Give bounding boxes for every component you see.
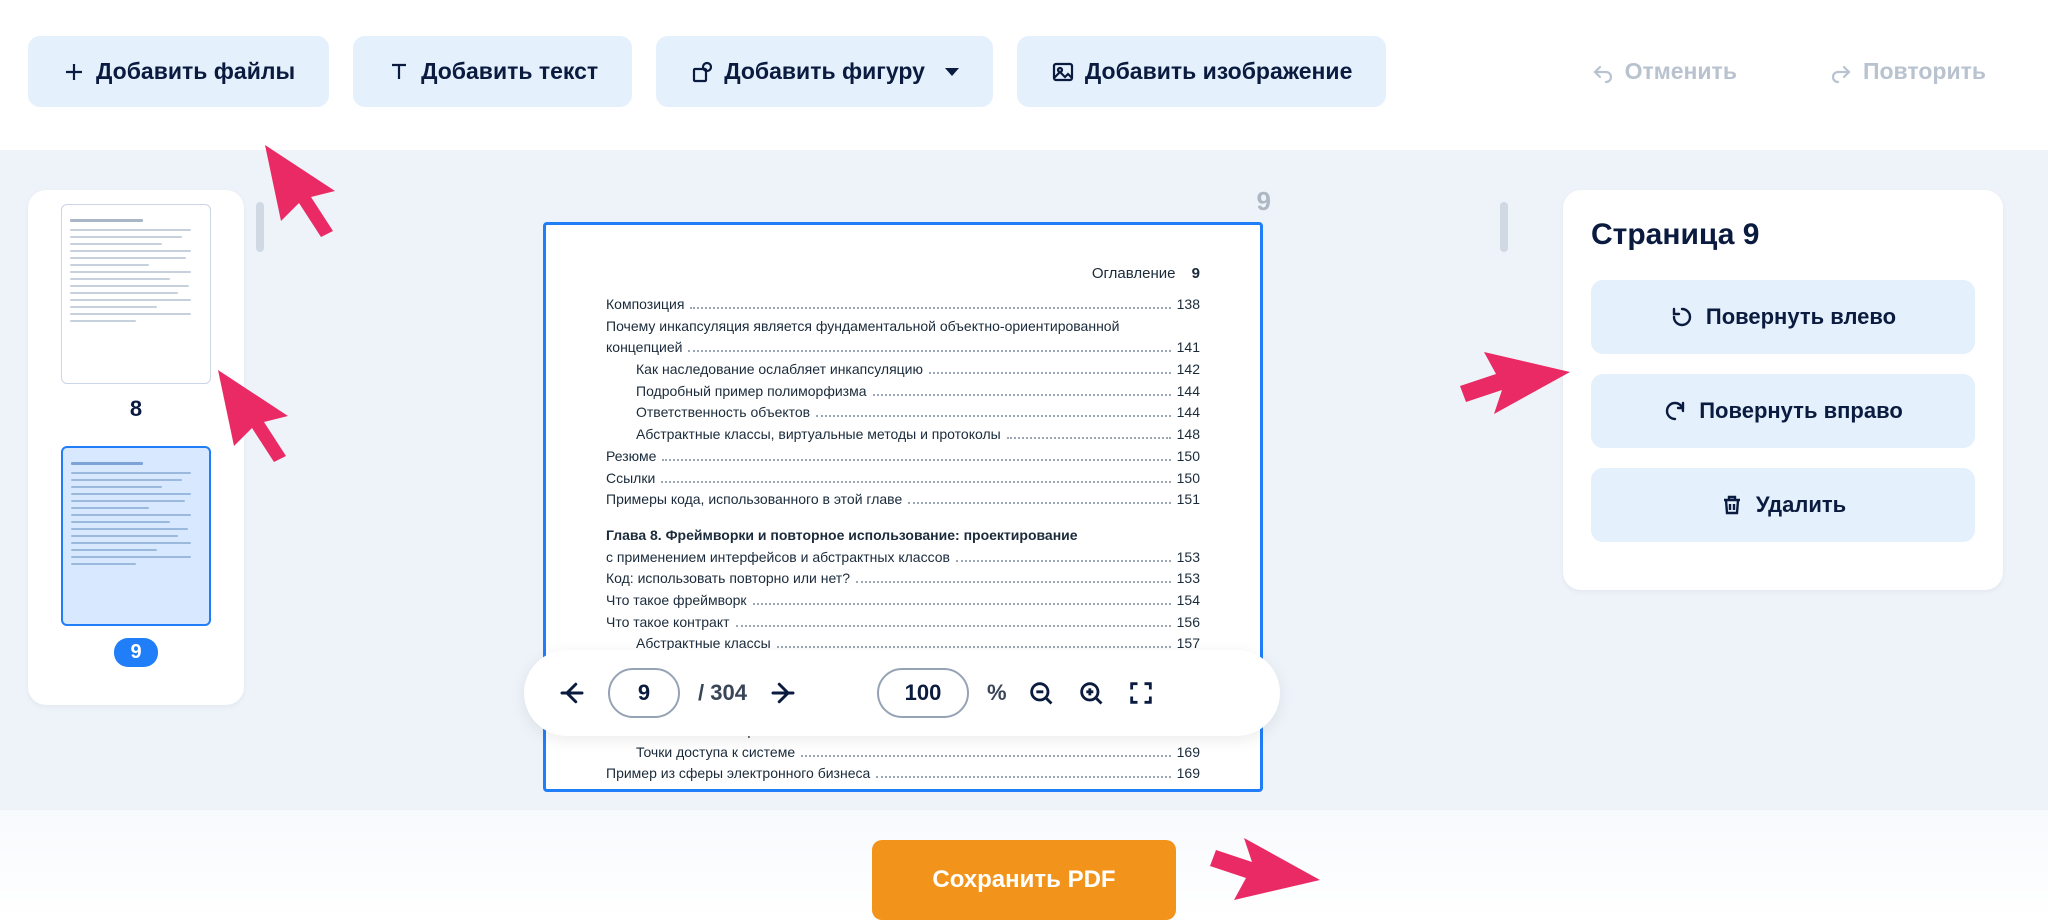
thumbnail-image <box>61 204 211 384</box>
prev-page-button[interactable] <box>554 675 590 711</box>
rotate-right-button[interactable]: Повернуть вправо <box>1591 374 1975 448</box>
shape-icon <box>690 60 714 84</box>
toc-row: Код: использовать повторно или нет?153 <box>606 568 1200 590</box>
toolbar: Добавить файлы Добавить текст Добавить ф… <box>0 0 2048 135</box>
add-image-label: Добавить изображение <box>1085 58 1353 85</box>
rotate-right-icon <box>1663 399 1687 423</box>
toc-row: Ссылки150 <box>606 468 1200 490</box>
add-image-button[interactable]: Добавить изображение <box>1017 36 1387 107</box>
page-header: Оглавление 9 <box>606 265 1200 282</box>
thumbnail-label-selected: 9 <box>114 638 157 667</box>
add-files-button[interactable]: Добавить файлы <box>28 36 329 107</box>
zoom-input[interactable] <box>877 668 969 718</box>
rotate-left-button[interactable]: Повернуть влево <box>1591 280 1975 354</box>
toc-row: Примеры кода, использованного в этой гла… <box>606 489 1200 511</box>
rotate-left-label: Повернуть влево <box>1706 304 1896 330</box>
zoom-unit: % <box>987 680 1007 706</box>
page-header-label: Оглавление <box>1092 265 1176 282</box>
toc-row: Подробный пример полиморфизма144 <box>606 381 1200 403</box>
toc-row: Пример из сферы электронного бизнеса169 <box>606 763 1200 785</box>
save-bar: Сохранить PDF <box>0 810 2048 920</box>
thumbnail-image-selected <box>61 446 211 626</box>
thumbnail-9[interactable]: 9 <box>42 446 230 667</box>
zoom-out-button[interactable] <box>1025 677 1057 709</box>
chevron-down-icon <box>945 68 959 76</box>
toc-row: Резюме150 <box>606 446 1200 468</box>
page-total: / 304 <box>698 680 747 706</box>
workspace: 8 9 9 Оглавление 9 <box>0 150 2048 913</box>
properties-panel: Страница 9 Повернуть влево Повернуть впр… <box>1563 190 2003 590</box>
undo-icon <box>1591 60 1615 84</box>
page-controls: / 304 % <box>524 650 1280 736</box>
floating-page-number: 9 <box>1257 186 1271 217</box>
thumbnails-panel: 8 9 <box>28 190 244 705</box>
next-page-button[interactable] <box>765 675 801 711</box>
toc-row: Что такое контракт156 <box>606 612 1200 634</box>
undo-button[interactable]: Отменить <box>1557 36 1771 107</box>
right-panel-handle[interactable] <box>1500 202 1508 252</box>
add-text-label: Добавить текст <box>421 58 598 85</box>
redo-icon <box>1829 60 1853 84</box>
redo-label: Повторить <box>1863 58 1986 85</box>
properties-title: Страница 9 <box>1591 218 1975 252</box>
save-pdf-label: Сохранить PDF <box>932 866 1115 893</box>
save-pdf-button[interactable]: Сохранить PDF <box>872 840 1175 920</box>
thumbnail-label: 8 <box>130 396 142 422</box>
delete-page-button[interactable]: Удалить <box>1591 468 1975 542</box>
add-shape-label: Добавить фигуру <box>724 58 925 85</box>
image-icon <box>1051 60 1075 84</box>
toc-row: Абстрактные классы, виртуальные методы и… <box>606 424 1200 446</box>
add-text-button[interactable]: Добавить текст <box>353 36 632 107</box>
page-number-input[interactable] <box>608 668 680 718</box>
toc-row: Ответственность объектов144 <box>606 402 1200 424</box>
thumbnail-8[interactable]: 8 <box>42 204 230 422</box>
toc-row: Бизнес-задача169 <box>606 785 1200 792</box>
add-shape-button[interactable]: Добавить фигуру <box>656 36 993 107</box>
add-files-label: Добавить файлы <box>96 58 295 85</box>
delete-page-label: Удалить <box>1756 492 1846 518</box>
undo-label: Отменить <box>1625 58 1737 85</box>
trash-icon <box>1720 493 1744 517</box>
zoom-in-button[interactable] <box>1075 677 1107 709</box>
left-panel-handle[interactable] <box>256 202 264 252</box>
toc-row: Композиция138 <box>606 294 1200 316</box>
toc-row: Что такое фреймворк154 <box>606 590 1200 612</box>
plus-icon <box>62 60 86 84</box>
rotate-left-icon <box>1670 305 1694 329</box>
toc-row: Как наследование ослабляет инкапсуляцию1… <box>606 359 1200 381</box>
page-header-number: 9 <box>1192 265 1200 282</box>
rotate-right-label: Повернуть вправо <box>1699 398 1903 424</box>
toc-row: Точки доступа к системе169 <box>606 742 1200 764</box>
redo-button[interactable]: Повторить <box>1795 36 2020 107</box>
fullscreen-button[interactable] <box>1125 677 1157 709</box>
text-icon <box>387 60 411 84</box>
